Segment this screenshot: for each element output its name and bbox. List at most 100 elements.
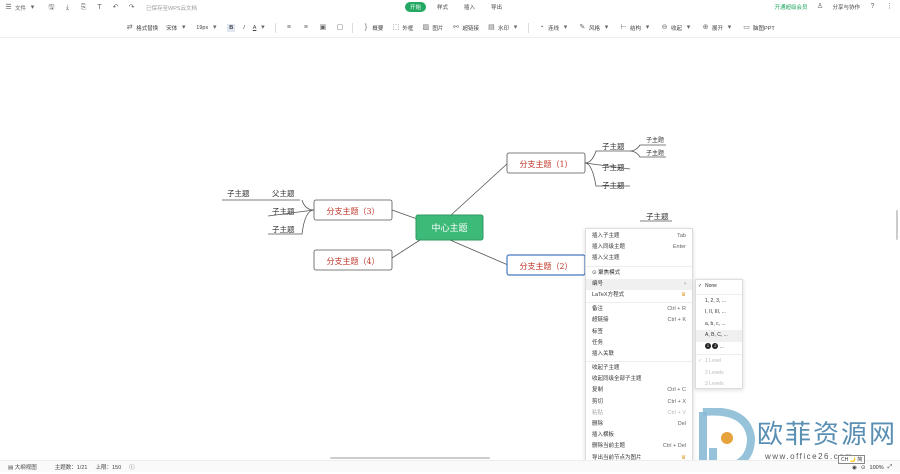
parent-topic[interactable]: 父主题 <box>272 188 295 198</box>
subtopic[interactable]: 子主题 <box>272 224 295 234</box>
help-icon[interactable]: ⓘ <box>129 463 135 471</box>
collapse-button[interactable]: ⊖ 收起 ▾ <box>660 23 693 32</box>
vertical-scrollbar[interactable] <box>896 210 898 240</box>
connect-button[interactable]: ◔ 连线 ▾ <box>537 23 570 32</box>
numbering-upper-alpha[interactable]: A, B, C, ... <box>696 330 742 342</box>
watermark-button[interactable]: ▤ 水印 ▾ <box>487 23 520 32</box>
check-icon: ✓ <box>698 358 703 364</box>
file-menu[interactable]: ☰ 文件 ▾ <box>4 3 37 12</box>
numbering-label: a, b, c, ... <box>705 320 726 327</box>
horizontal-scrollbar[interactable] <box>330 457 490 459</box>
divider <box>527 22 529 33</box>
share-button[interactable]: 分享与协作 <box>832 3 860 11</box>
numbering-arabic[interactable]: 1, 2, 3, ... <box>696 296 742 308</box>
subtopic[interactable]: 子主题 <box>227 188 250 198</box>
branch-topic-3[interactable]: 分支主题（3） <box>313 199 393 221</box>
menu-shortcut: Del <box>677 421 686 427</box>
save-icon[interactable]: 🖫 <box>47 3 56 12</box>
tab-start[interactable]: 开始 <box>405 2 427 12</box>
menu-insert-sibling[interactable]: 插入同级主题 Enter <box>586 242 692 253</box>
download-icon[interactable]: ⤓ <box>63 3 72 12</box>
numbering-roman[interactable]: I, II, III, ... <box>696 307 742 319</box>
menu-relation[interactable]: 插入关联 <box>586 349 692 360</box>
chevron-down-icon: ▾ <box>182 24 186 31</box>
hyperlink-button[interactable]: ⚯ 超链接 <box>451 23 479 32</box>
menu-paste[interactable]: 粘贴 Ctrl + V <box>586 408 692 419</box>
menu-numbering[interactable]: 编号 › <box>586 278 692 290</box>
help-icon[interactable]: ? <box>868 2 877 11</box>
eye-icon[interactable]: ◉ <box>852 465 857 471</box>
image-button[interactable]: ▨ 图片 <box>421 23 444 32</box>
menu-focus-mode[interactable]: ⊙ 聚焦模式 <box>586 268 692 279</box>
menu-insert-parent[interactable]: 插入父主题 <box>586 253 692 264</box>
level-2[interactable]: 2 Levels <box>696 368 742 380</box>
summary-button[interactable]: } 概要 <box>361 23 384 32</box>
menu-delete[interactable]: 删除 Del <box>586 419 692 430</box>
menu-copy[interactable]: 复制 Ctrl + C <box>586 385 692 396</box>
menu-cut[interactable]: 剪切 Ctrl + X <box>586 397 692 408</box>
fullscreen-icon[interactable]: ⤢ <box>888 464 892 471</box>
subtopic[interactable]: 子主题 <box>646 211 669 221</box>
export-icon[interactable]: ⎘ <box>79 3 88 12</box>
vip-link[interactable]: 开通超级会员 <box>774 3 807 11</box>
subtopic[interactable]: 子主题 <box>602 141 625 151</box>
menu-delete-topic[interactable]: 删除当前主题 Ctrl + Del <box>586 441 692 452</box>
tab-style[interactable]: 样式 <box>432 2 453 12</box>
menu-note[interactable]: 备注 Ctrl + R <box>586 304 692 315</box>
center-topic[interactable]: 中心主题 <box>415 214 484 241</box>
watermark-cn: 欧菲资源网 <box>757 420 898 450</box>
branch-topic-1[interactable]: 分支主题（1） <box>506 152 586 174</box>
ppt-button[interactable]: ▭ 脑图PPT <box>742 23 775 32</box>
user-icon[interactable]: ♙ <box>815 2 824 11</box>
subtopic[interactable]: 子主题 <box>602 162 625 172</box>
boundary-icon: ⬚ <box>392 24 400 31</box>
mindmap-canvas[interactable]: 中心主题 分支主题（1） 分支主题（2） 分支主题（3） 分支主题（4） 子主题… <box>0 38 900 458</box>
font-size-select[interactable]: 19px ▾ <box>196 23 219 32</box>
format-painter-icon[interactable]: T <box>95 3 104 12</box>
align-left-icon[interactable]: ≡ <box>284 23 293 32</box>
fill-icon[interactable]: ▣ <box>318 23 327 32</box>
outline-view-button[interactable]: ▤ 大纲视图 <box>8 463 37 471</box>
tab-export[interactable]: 导出 <box>486 2 507 12</box>
level-1[interactable]: ✓ 1 Level <box>696 356 742 368</box>
subtopic[interactable]: 子主题 <box>646 149 664 157</box>
more-icon[interactable]: ⋮ <box>885 2 894 11</box>
subtopic[interactable]: 子主题 <box>646 136 664 144</box>
branch-topic-2[interactable]: 分支主题（2） <box>506 254 586 276</box>
numbering-none[interactable]: ✓ None <box>696 281 742 293</box>
tab-insert[interactable]: 插入 <box>459 2 480 12</box>
fit-icon[interactable]: ⊙ <box>861 465 866 471</box>
menu-task[interactable]: 任务 <box>586 338 692 349</box>
undo-icon[interactable]: ↶ <box>111 3 120 12</box>
numbering-label: None <box>705 283 717 289</box>
numbering-label: A, B, C, ... <box>705 332 728 338</box>
menu-insert-board[interactable]: 插入横板 <box>586 430 692 441</box>
numbering-lower-alpha[interactable]: a, b, c, ... <box>696 319 742 331</box>
expand-button[interactable]: ⊕ 展开 ▾ <box>701 23 734 32</box>
level-3[interactable]: 3 Levels <box>696 379 742 391</box>
align-center-icon[interactable]: ≡ <box>301 23 310 32</box>
menu-collapse-siblings[interactable]: 收起同级全部子主题 <box>586 374 692 385</box>
menu-tag[interactable]: 标签 <box>586 327 692 338</box>
bold-button[interactable]: B <box>227 23 236 32</box>
style-button[interactable]: ✎ 风格 ▾ <box>578 23 611 32</box>
menu-latex[interactable]: LaTeX方程式 ♛ <box>586 290 692 301</box>
zoom-level[interactable]: 100% <box>870 465 884 471</box>
structure-button[interactable]: ⊢ 结构 ▾ <box>619 23 652 32</box>
format-replace-button[interactable]: ⇄ 格式替换 <box>125 23 158 32</box>
font-color-button[interactable]: A ▾ <box>253 23 268 32</box>
menu-hyperlink[interactable]: 超链接 Ctrl + K <box>586 315 692 326</box>
menu-collapse-children[interactable]: 收起子主题 <box>586 363 692 374</box>
numbering-circled[interactable]: 1 2 ... <box>696 342 742 354</box>
menu-insert-child[interactable]: 插入子主题 Tab <box>586 231 692 242</box>
font-select[interactable]: 宋体 ▾ <box>166 23 188 32</box>
redo-icon[interactable]: ↷ <box>127 3 136 12</box>
subtopic[interactable]: 子主题 <box>272 206 295 216</box>
boundary-button[interactable]: ⬚ 外框 <box>391 23 414 32</box>
focus-label: 聚焦模式 <box>598 269 621 276</box>
menu-label: 收起同级全部子主题 <box>592 376 642 383</box>
italic-button[interactable]: I <box>243 25 245 31</box>
subtopic[interactable]: 子主题 <box>602 180 625 190</box>
branch-topic-4[interactable]: 分支主题（4） <box>313 249 393 271</box>
border-icon[interactable]: ▢ <box>335 23 344 32</box>
